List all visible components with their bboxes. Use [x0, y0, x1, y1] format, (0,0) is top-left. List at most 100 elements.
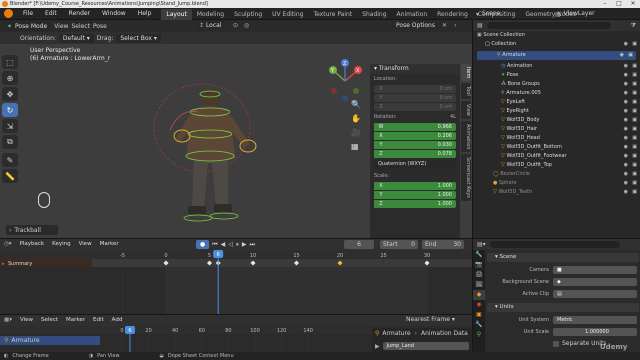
render-camera-icon[interactable]: ▣ — [632, 179, 637, 188]
viewport-menu-pose[interactable]: Pose — [93, 23, 107, 30]
menu-window[interactable]: Window — [96, 8, 132, 20]
unit-system-dropdown[interactable]: Metric — [553, 316, 637, 324]
render-props-icon[interactable]: 📷 — [473, 260, 485, 270]
filter-icon[interactable]: ⧩ — [631, 22, 636, 30]
visibility-eye-icon[interactable]: ◉ — [624, 62, 628, 71]
workspace-tab-uv-editing[interactable]: UV Editing — [267, 9, 308, 20]
timeline-menu-keying[interactable]: Keying — [48, 239, 74, 250]
outliner-item[interactable]: ▽ Wolf3D_Hair ◉ ▣ — [473, 125, 640, 134]
cursor-tool-icon[interactable]: ⊕ — [2, 71, 18, 85]
start-frame-field[interactable]: Start 0 — [380, 240, 418, 249]
dopesheet-icon[interactable]: ▦▾ — [0, 315, 16, 326]
visibility-eye-icon[interactable]: ◉ — [624, 107, 628, 116]
play-reverse-icon[interactable]: ◁ — [228, 241, 233, 248]
transform-panel-header[interactable]: ▾ Transform — [370, 64, 460, 74]
outliner-item[interactable]: ▽ Wolf3D_Teeth ◉ ▣ — [473, 188, 640, 197]
snap-icon[interactable]: ⊙ — [233, 22, 238, 29]
rotation-z-field[interactable]: Z 0.078 — [374, 150, 456, 158]
separate-units-checkbox[interactable] — [553, 340, 559, 347]
outliner-item[interactable]: ▽ EyeRight ◉ ▣ — [473, 107, 640, 116]
render-camera-icon[interactable]: ▣ — [632, 89, 637, 98]
visibility-eye-icon[interactable]: ◉ — [624, 143, 628, 152]
transform-tool-icon[interactable]: ⧉ — [2, 135, 18, 149]
location-x-field[interactable]: X0 cm — [374, 85, 456, 93]
render-camera-icon[interactable]: ▣ — [632, 152, 637, 161]
unit-scale-field[interactable]: 1.000000 — [553, 328, 637, 336]
sidebar-tab-animation[interactable]: Animation — [461, 120, 471, 153]
viewport-menu-view[interactable]: View — [54, 23, 68, 30]
action-menu-view[interactable]: View — [16, 315, 37, 326]
units-section-header[interactable]: ▾ Units — [487, 303, 639, 312]
pose-options-button[interactable]: Pose Options — [392, 21, 442, 30]
render-camera-icon[interactable]: ▣ — [632, 116, 637, 125]
outliner-item[interactable]: ▽ Wolf3D_Outfit_Bottom ◉ ▣ — [473, 143, 640, 152]
current-frame-field[interactable]: 6 — [344, 240, 374, 249]
action-menu-marker[interactable]: Marker — [62, 315, 89, 326]
tool-props-icon[interactable]: 🔧 — [473, 250, 485, 260]
rotation-y-field[interactable]: Y 0.030 — [374, 141, 456, 149]
action-menu-edit[interactable]: Edit — [89, 315, 108, 326]
navigation-gizmo[interactable]: X Y Z — [320, 56, 370, 106]
outliner-display-icon[interactable]: ▤ — [477, 22, 483, 29]
scene-section-header[interactable]: ▾ Scene — [487, 253, 639, 262]
viewport-menu-select[interactable]: Select — [71, 23, 90, 30]
zoom-icon[interactable]: 🔍 — [351, 100, 361, 109]
visibility-eye-icon[interactable]: ◉ — [624, 188, 628, 197]
visibility-eye-icon[interactable]: ◉ — [624, 170, 628, 179]
action-name-field[interactable]: Jump_Land — [382, 342, 469, 350]
outliner-item[interactable]: ◯ BezierCircle ◉ ▣ — [473, 170, 640, 179]
pivot-dropdown[interactable]: ↕ Local — [195, 21, 226, 30]
rotation-lock-label[interactable]: 4L — [450, 114, 456, 120]
outliner-item[interactable]: ▽ Wolf3D_Head ◉ ▣ — [473, 134, 640, 143]
properties-editor-icon[interactable]: ▤▾ — [477, 241, 486, 248]
rotation-x-field[interactable]: X 0.206 — [374, 132, 456, 140]
outliner-search[interactable] — [486, 22, 611, 29]
outliner-item[interactable]: ⚲ Armature ◉ ▣ — [477, 51, 636, 60]
render-camera-icon[interactable]: ▣ — [632, 98, 637, 107]
step-forward-icon[interactable]: ▶ — [242, 241, 247, 248]
orientation-dropdown[interactable]: Default ▾ — [58, 33, 94, 43]
scale-tool-icon[interactable]: ⇲ — [2, 119, 18, 133]
jump-end-icon[interactable]: ⏭ — [250, 241, 255, 249]
outliner-item[interactable]: ✦ Pose ◉ ▣ — [473, 71, 640, 80]
visibility-eye-icon[interactable]: ◉ — [624, 179, 628, 188]
perspective-grid-icon[interactable]: ▦ — [351, 142, 361, 151]
properties-search[interactable] — [489, 241, 620, 248]
outliner-item[interactable]: ● Sphere ◉ ▣ — [473, 179, 640, 188]
modifier-props-icon[interactable]: 🔧 — [473, 320, 485, 330]
visibility-eye-icon[interactable]: ◉ — [624, 98, 628, 107]
data-props-icon[interactable]: ⚲ — [473, 330, 485, 340]
last-operator-panel[interactable]: › Trackball — [6, 225, 58, 235]
render-camera-icon[interactable]: ▣ — [628, 51, 633, 60]
background-scene-field[interactable]: ◆ — [553, 278, 637, 286]
scene-selector[interactable]: ▾ Scene — [476, 9, 500, 19]
sidebar-tab-item[interactable]: Item — [461, 64, 471, 82]
mode-selector[interactable]: ✦ Pose Mode — [3, 21, 52, 31]
visibility-eye-icon[interactable]: ◉ — [620, 51, 624, 60]
render-camera-icon[interactable]: ▣ — [632, 40, 637, 49]
visibility-eye-icon[interactable]: ◉ — [624, 40, 628, 49]
outliner-item[interactable]: ▢ Collection ◉ ▣ — [473, 40, 640, 49]
object-props-icon[interactable]: ▣ — [473, 310, 485, 320]
workspace-tab-rendering[interactable]: Rendering — [432, 9, 473, 20]
workspace-tab-sculpting[interactable]: Sculpting — [229, 9, 267, 20]
location-z-field[interactable]: Z0 cm — [374, 103, 456, 111]
active-clip-field[interactable]: ▤ — [553, 290, 637, 298]
outliner-item[interactable]: ⁂ Bone Groups ◉ ▣ — [473, 80, 640, 89]
blender-menu-icon[interactable] — [4, 9, 13, 18]
editor-type-icon[interactable]: ◷▾ — [0, 239, 16, 250]
visibility-eye-icon[interactable]: ◉ — [624, 134, 628, 143]
visibility-eye-icon[interactable]: ◉ — [624, 116, 628, 125]
render-camera-icon[interactable]: ▣ — [632, 62, 637, 71]
viewport-3d[interactable]: ✦ Pose Mode View Select Pose ↕ Local ⊙ ◎… — [0, 20, 472, 238]
menu-edit[interactable]: Edit — [39, 8, 63, 20]
scale-x-field[interactable]: X 1.000 — [374, 182, 456, 190]
render-camera-icon[interactable]: ▣ — [632, 161, 637, 170]
workspace-tab-layout[interactable]: Layout — [161, 8, 192, 20]
pause-icon[interactable]: ⏸ — [236, 241, 239, 249]
menu-file[interactable]: File — [17, 8, 39, 20]
jump-start-icon[interactable]: ⏮ — [212, 241, 217, 249]
render-camera-icon[interactable]: ▣ — [632, 134, 637, 143]
visibility-eye-icon[interactable]: ◉ — [624, 80, 628, 89]
render-camera-icon[interactable]: ▣ — [632, 71, 637, 80]
